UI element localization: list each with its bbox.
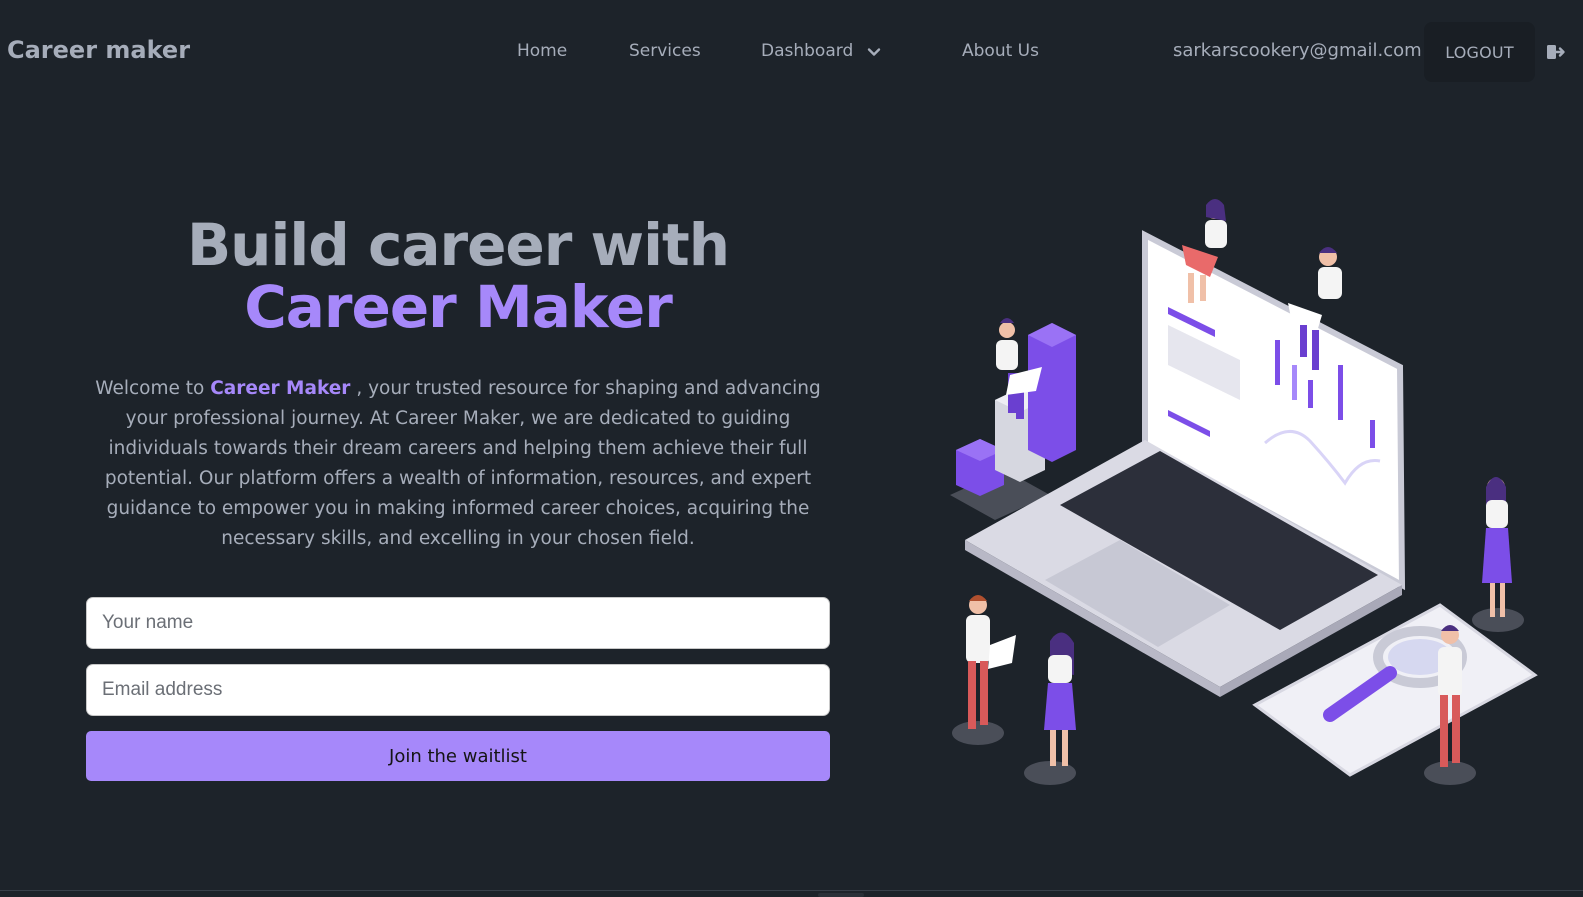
- nav-link-services[interactable]: Services: [629, 41, 701, 61]
- hero-headline: Build career with Career Maker: [86, 214, 830, 338]
- headline-line-1: Build career with: [186, 211, 730, 279]
- logout-button[interactable]: LOGOUT: [1424, 22, 1535, 82]
- logout-icon[interactable]: [1546, 43, 1566, 61]
- person-figure-bottom-1: [952, 595, 1016, 745]
- description-prefix: Welcome to: [95, 378, 211, 399]
- hero-description: Welcome to Career Maker , your trusted r…: [86, 374, 830, 554]
- person-figure-right: [1472, 477, 1524, 632]
- nav-link-home[interactable]: Home: [517, 41, 567, 61]
- email-input[interactable]: [86, 664, 830, 716]
- person-figure-bottom-2: [1024, 632, 1076, 785]
- description-suffix: , your trusted resource for shaping and …: [104, 378, 821, 549]
- scroll-indicator: [818, 893, 864, 897]
- chevron-down-icon[interactable]: [866, 44, 882, 60]
- headline-line-2: Career Maker: [244, 273, 673, 341]
- nav-link-dashboard[interactable]: Dashboard: [761, 41, 853, 61]
- nav-link-about[interactable]: About Us: [962, 41, 1039, 61]
- user-email: sarkarscookery@gmail.com: [1173, 40, 1422, 61]
- brand-logo[interactable]: Career maker: [7, 36, 190, 64]
- hero-illustration: [950, 199, 1538, 785]
- name-input[interactable]: [86, 597, 830, 649]
- description-highlight: Career Maker: [210, 378, 351, 399]
- footer-divider: [0, 890, 1583, 891]
- navbar: Career maker Home Services Dashboard Abo…: [0, 0, 1583, 106]
- join-waitlist-button[interactable]: Join the waitlist: [86, 731, 830, 781]
